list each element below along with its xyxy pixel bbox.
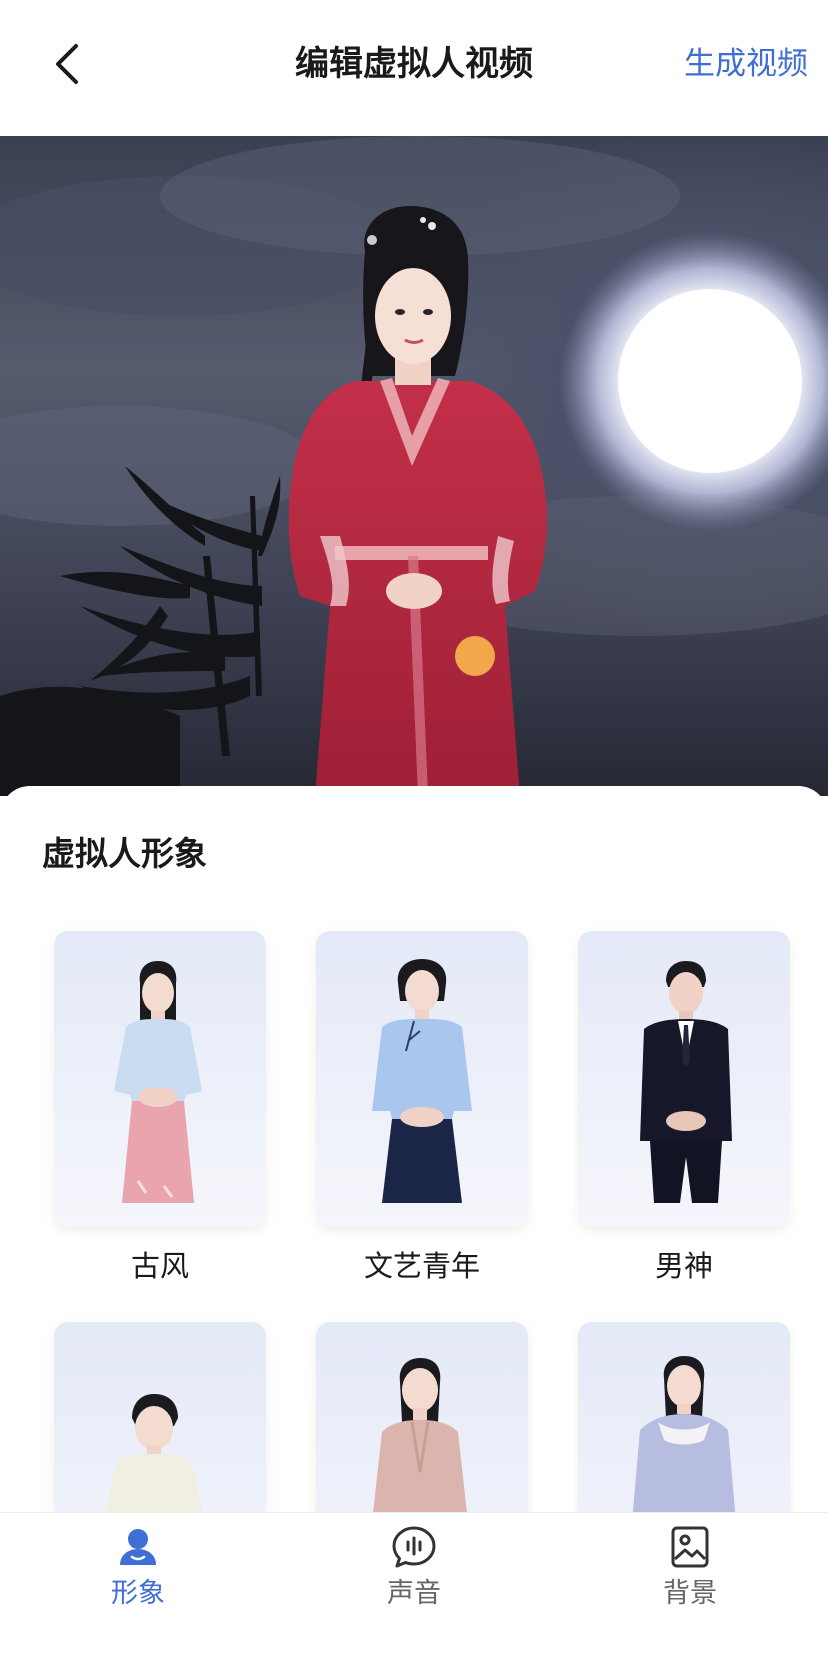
image-icon: [671, 1526, 709, 1568]
avatar-card-5[interactable]: [316, 1322, 528, 1512]
bottom-tab-bar: 形象 声音 背景: [0, 1512, 828, 1664]
generate-video-button[interactable]: 生成视频: [684, 38, 808, 90]
avatar-thumbnail: [106, 1394, 202, 1512]
avatar-card-gufeng[interactable]: [54, 931, 266, 1227]
tab-label: 声音: [387, 1578, 441, 1609]
tab-voice[interactable]: 声音: [276, 1513, 552, 1664]
preview-scene: [0, 136, 828, 796]
tab-avatar[interactable]: 形象: [0, 1513, 276, 1664]
avatar-thumbnail: [632, 1356, 736, 1512]
avatar-thumbnail: [372, 959, 472, 1203]
avatar-card-wenyi[interactable]: [316, 931, 528, 1227]
avatar-card-6[interactable]: [578, 1322, 790, 1512]
avatar-thumbnail: [373, 1358, 467, 1512]
avatar-card-nanshen[interactable]: [578, 931, 790, 1227]
top-bar: 编辑虚拟人视频 生成视频: [0, 0, 828, 136]
avatar-label: 文艺青年: [363, 1249, 480, 1283]
voice-chat-icon: [392, 1526, 436, 1568]
avatar-selection-sheet: 虚拟人形象 古风 文艺青年 男神: [0, 786, 828, 1512]
avatar-thumbnail: [114, 961, 202, 1203]
video-preview[interactable]: [0, 136, 828, 796]
tab-background[interactable]: 背景: [552, 1513, 828, 1664]
tab-label: 背景: [663, 1578, 717, 1609]
avatar-card-4[interactable]: [54, 1322, 266, 1512]
avatar-thumbnail: [640, 961, 732, 1203]
avatar-label: 古风: [130, 1249, 189, 1283]
tab-label: 形象: [111, 1578, 165, 1609]
sheet-title: 虚拟人形象: [42, 834, 207, 873]
avatar-label: 男神: [654, 1249, 713, 1283]
person-icon: [120, 1529, 156, 1565]
